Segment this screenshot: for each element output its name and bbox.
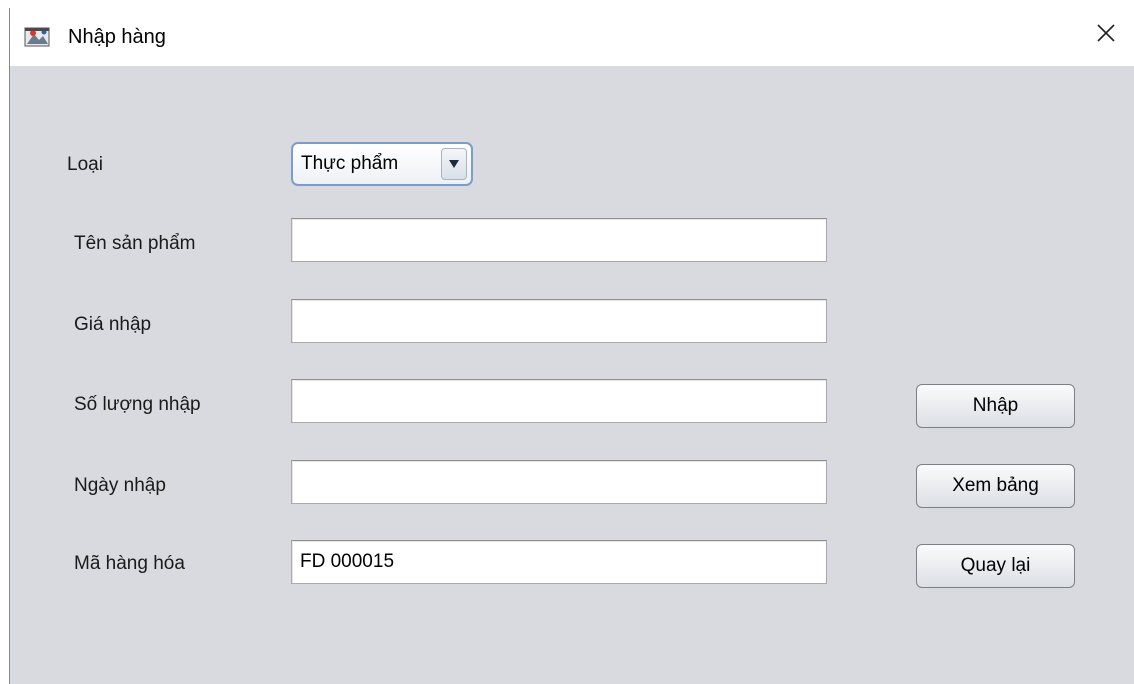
product-name-field[interactable] — [291, 218, 827, 262]
import-button[interactable]: Nhập — [916, 384, 1075, 428]
category-selected-value: Thực phẩm — [301, 153, 399, 174]
import-price-label: Giá nhập — [74, 314, 152, 335]
form-panel: Loại Thực phẩm Tên sản phẩm Giá nhập Số … — [10, 66, 1134, 684]
back-button[interactable]: Quay lại — [916, 544, 1075, 588]
import-price-field[interactable] — [291, 299, 827, 343]
import-date-field[interactable] — [291, 460, 827, 504]
view-table-button[interactable]: Xem bảng — [916, 464, 1075, 508]
title-bar[interactable] — [10, 0, 1134, 66]
product-code-label: Mã hàng hóa — [74, 553, 185, 574]
dropdown-arrow-icon[interactable] — [441, 148, 467, 180]
import-quantity-field[interactable] — [291, 379, 827, 423]
category-dropdown[interactable]: Thực phẩm — [291, 142, 473, 186]
close-icon — [1096, 23, 1116, 48]
window-title: Nhập hàng — [68, 26, 166, 48]
category-label: Loại — [67, 154, 103, 175]
import-quantity-label: Số lượng nhập — [74, 394, 201, 415]
import-goods-window: Nhập hàng Loại Thực phẩm Tên sản phẩm Gi… — [0, 0, 1134, 684]
product-name-label: Tên sản phẩm — [74, 233, 196, 254]
close-button[interactable] — [1088, 18, 1124, 52]
import-date-label: Ngày nhập — [74, 475, 166, 496]
java-app-icon — [24, 25, 52, 49]
product-code-field[interactable] — [291, 540, 827, 584]
